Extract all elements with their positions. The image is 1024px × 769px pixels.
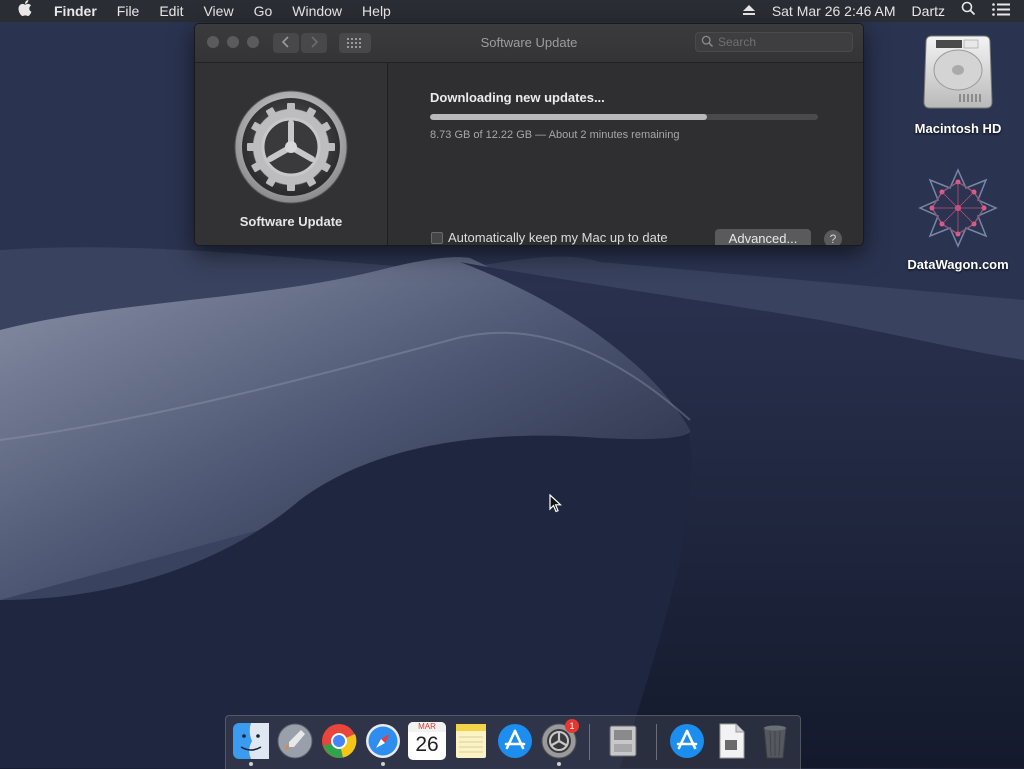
finder-running-indicator bbox=[249, 762, 253, 766]
notification-center-icon[interactable] bbox=[984, 0, 1024, 22]
apple-menu-icon[interactable] bbox=[0, 0, 44, 23]
disk-utility-icon[interactable] bbox=[604, 722, 642, 760]
auto-update-checkbox[interactable] bbox=[431, 232, 443, 244]
calendar-month: MAR bbox=[408, 722, 446, 732]
document-icon[interactable] bbox=[712, 722, 750, 760]
main-panel: Downloading new updates... 8.73 GB of 12… bbox=[388, 63, 863, 245]
spotlight-search-icon[interactable] bbox=[953, 0, 984, 22]
safari-running-indicator bbox=[381, 762, 385, 766]
desktop-icon-label: Macintosh HD bbox=[914, 121, 1002, 136]
notes-icon[interactable] bbox=[452, 722, 490, 760]
calendar-icon[interactable]: MAR 26 bbox=[408, 722, 446, 760]
finder-icon[interactable] bbox=[232, 722, 270, 760]
system-preferences-badge: 1 bbox=[565, 719, 579, 733]
search-icon bbox=[701, 35, 714, 48]
launchpad-icon[interactable] bbox=[276, 722, 314, 760]
dock-separator bbox=[589, 724, 590, 760]
desktop-icon-label: DataWagon.com bbox=[907, 257, 1009, 272]
menu-file[interactable]: File bbox=[107, 0, 150, 22]
hard-drive-icon bbox=[923, 35, 993, 109]
menu-edit[interactable]: Edit bbox=[149, 0, 193, 22]
mouse-cursor-icon bbox=[549, 494, 563, 513]
search-field[interactable]: Search bbox=[695, 32, 853, 52]
app-store-downloads-icon[interactable] bbox=[668, 722, 706, 760]
download-progress-bar bbox=[430, 114, 818, 120]
eject-icon[interactable] bbox=[734, 0, 764, 22]
advanced-button[interactable]: Advanced... bbox=[715, 229, 811, 245]
calendar-day: 26 bbox=[415, 733, 439, 756]
sidebar: Software Update bbox=[195, 63, 388, 245]
title-bar[interactable]: Software Update Search bbox=[195, 24, 863, 63]
menu-view[interactable]: View bbox=[193, 0, 243, 22]
menu-clock[interactable]: Sat Mar 26 2:46 AM bbox=[764, 0, 904, 22]
menu-bar: Finder File Edit View Go Window Help Sat… bbox=[0, 0, 1024, 22]
software-update-gear-icon bbox=[234, 90, 348, 204]
download-status-text: Downloading new updates... bbox=[430, 90, 605, 105]
download-progress-text: 8.73 GB of 12.22 GB — About 2 minutes re… bbox=[430, 129, 680, 141]
desktop-icon-datawagon[interactable]: DataWagon.com bbox=[903, 168, 1013, 272]
menu-app-finder[interactable]: Finder bbox=[44, 0, 107, 22]
datawagon-logo-icon bbox=[918, 168, 998, 248]
menu-extras: Sat Mar 26 2:46 AM Dartz bbox=[734, 0, 1024, 22]
menu-window[interactable]: Window bbox=[282, 0, 352, 22]
dock: MAR 26 1 bbox=[225, 715, 801, 769]
safari-icon[interactable] bbox=[364, 722, 402, 760]
software-update-window: Software Update Search Software Update D… bbox=[194, 23, 864, 246]
menu-go[interactable]: Go bbox=[244, 0, 283, 22]
system-preferences-running-indicator bbox=[557, 762, 561, 766]
help-button[interactable]: ? bbox=[824, 230, 842, 245]
search-placeholder: Search bbox=[718, 35, 757, 49]
auto-update-label[interactable]: Automatically keep my Mac up to date bbox=[448, 230, 668, 245]
sidebar-label: Software Update bbox=[239, 214, 343, 229]
trash-icon[interactable] bbox=[756, 722, 794, 760]
dock-separator bbox=[656, 724, 657, 760]
chrome-icon[interactable] bbox=[320, 722, 358, 760]
menu-user[interactable]: Dartz bbox=[904, 0, 953, 22]
desktop-icon-macintosh-hd[interactable]: Macintosh HD bbox=[903, 32, 1013, 136]
download-progress-fill bbox=[430, 114, 708, 120]
menu-help[interactable]: Help bbox=[352, 0, 401, 22]
app-store-icon[interactable] bbox=[496, 722, 534, 760]
